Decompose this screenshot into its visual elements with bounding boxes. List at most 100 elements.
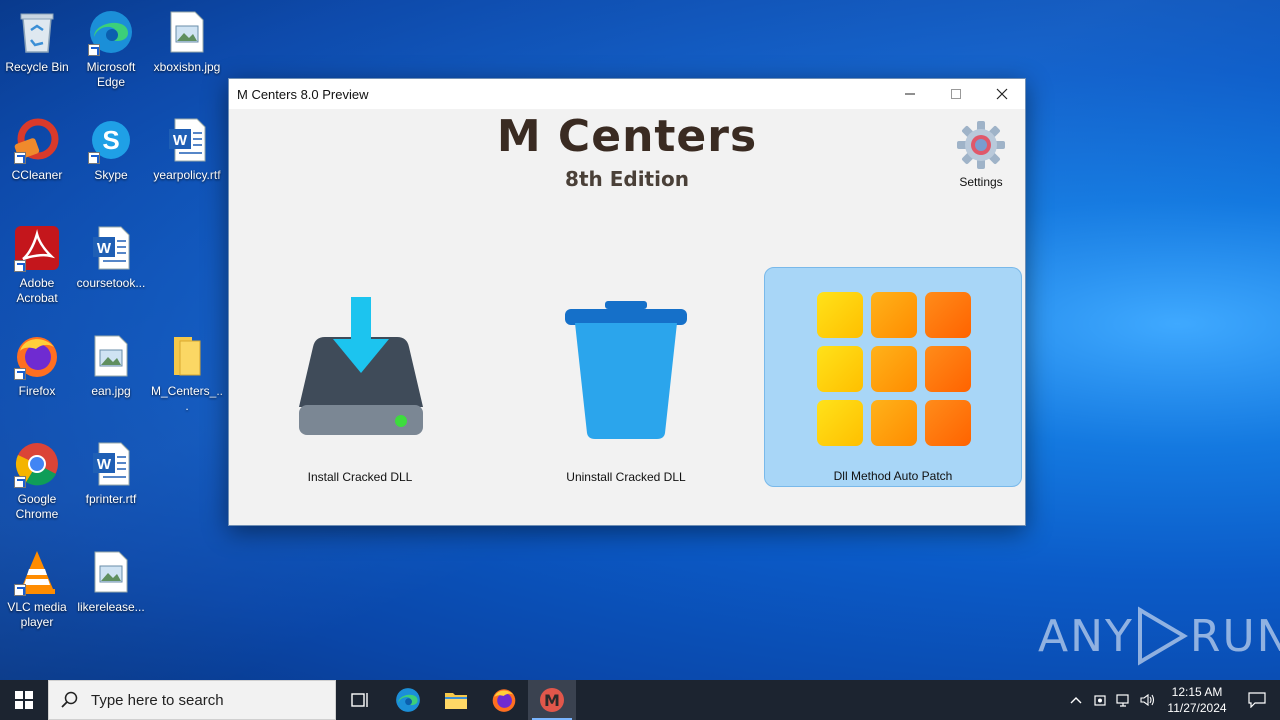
tile-label: Uninstall Cracked DLL bbox=[566, 470, 686, 484]
speaker-icon bbox=[1140, 693, 1155, 707]
svg-text:W: W bbox=[173, 132, 188, 149]
volume-button[interactable] bbox=[1136, 680, 1160, 720]
task-view-button[interactable] bbox=[336, 680, 384, 720]
desktop-icon-label: Google Chrome bbox=[15, 492, 59, 521]
desktop-icon-label: yearpolicy.rtf bbox=[153, 168, 221, 182]
minimize-button[interactable] bbox=[887, 79, 933, 109]
folder-icon bbox=[445, 693, 467, 709]
taskbar-search-box[interactable]: Type here to search bbox=[48, 680, 336, 720]
desktop-icon-label: M_Centers_... bbox=[150, 384, 224, 413]
anyrun-watermark: ANY RUN bbox=[1038, 606, 1280, 666]
desktop-icon-label: VLC media player bbox=[7, 600, 67, 629]
recycle-bin-icon bbox=[13, 8, 61, 56]
vlc-icon bbox=[13, 548, 61, 596]
taskbar-clock[interactable]: 12:15 AM 11/27/2024 bbox=[1160, 684, 1234, 716]
desktop-icon-m-centers-folder[interactable]: M_Centers_... bbox=[150, 332, 224, 414]
dll-method-auto-patch-tile[interactable]: Dll Method Auto Patch bbox=[764, 267, 1022, 487]
desktop-icon-likerelease[interactable]: likerelease... bbox=[74, 548, 148, 615]
adobe-acrobat-icon bbox=[13, 224, 61, 272]
desktop-icon-skype[interactable]: S Skype bbox=[74, 116, 148, 183]
settings-button[interactable]: Settings bbox=[951, 119, 1011, 189]
desktop-icon-ean[interactable]: ean.jpg bbox=[74, 332, 148, 399]
svg-text:W: W bbox=[97, 240, 112, 257]
download-drive-icon bbox=[299, 297, 423, 435]
svg-text:S: S bbox=[102, 125, 119, 155]
chevron-up-icon bbox=[1070, 697, 1082, 704]
folder-icon bbox=[163, 332, 211, 380]
network-icon bbox=[1116, 694, 1129, 707]
start-button[interactable] bbox=[0, 680, 48, 720]
desktop-icon-label: Microsoft Edge bbox=[86, 60, 136, 89]
firefox-icon bbox=[492, 689, 516, 712]
system-tray: 12:15 AM 11/27/2024 bbox=[1064, 680, 1280, 720]
install-cracked-dll-tile[interactable]: Install Cracked DLL bbox=[231, 267, 489, 487]
tile-label: Install Cracked DLL bbox=[307, 470, 413, 484]
taskbar-file-explorer[interactable] bbox=[432, 680, 480, 720]
desktop-icon-label: Adobe Acrobat bbox=[16, 276, 58, 305]
window-client-area: M Centers 8th Edition Settings Install C… bbox=[229, 109, 1025, 525]
settings-label: Settings bbox=[959, 175, 1003, 189]
close-button[interactable] bbox=[979, 79, 1025, 109]
task-view-icon bbox=[351, 693, 368, 707]
show-hidden-icons-button[interactable] bbox=[1064, 680, 1088, 720]
m-centers-window: M Centers 8.0 Preview M Centers 8th Edit… bbox=[228, 78, 1026, 526]
window-titlebar[interactable]: M Centers 8.0 Preview bbox=[229, 79, 1025, 109]
tray-app-icon bbox=[1094, 695, 1106, 706]
edge-icon bbox=[396, 688, 420, 712]
desktop-icon-xboxisbn[interactable]: xboxisbn.jpg bbox=[150, 8, 224, 75]
desktop-icon-firefox[interactable]: Firefox bbox=[0, 332, 74, 399]
m-centers-icon: M bbox=[540, 688, 564, 712]
image-file-icon bbox=[163, 8, 211, 56]
svg-text:W: W bbox=[97, 456, 112, 473]
taskbar-edge[interactable] bbox=[384, 680, 432, 720]
tray-app-button[interactable] bbox=[1088, 680, 1112, 720]
desktop-icon-microsoft-edge[interactable]: Microsoft Edge bbox=[74, 8, 148, 90]
word-document-icon: W bbox=[87, 224, 135, 272]
maximize-button[interactable] bbox=[933, 79, 979, 109]
desktop-icon-adobe-acrobat[interactable]: Adobe Acrobat bbox=[0, 224, 74, 306]
chrome-icon bbox=[13, 440, 61, 488]
desktop-icon-label: coursetook... bbox=[76, 276, 146, 290]
taskbar-firefox[interactable] bbox=[480, 680, 528, 720]
clock-date: 11/27/2024 bbox=[1167, 701, 1227, 715]
desktop-icon-vlc[interactable]: VLC media player bbox=[0, 548, 74, 630]
search-icon bbox=[61, 691, 78, 708]
svg-text:M: M bbox=[544, 691, 560, 710]
desktop-icon-label: Firefox bbox=[18, 384, 56, 398]
clock-time: 12:15 AM bbox=[1171, 685, 1223, 699]
desktop-icon-google-chrome[interactable]: Google Chrome bbox=[0, 440, 74, 522]
word-document-icon: W bbox=[163, 116, 211, 164]
desktop-icon-recycle-bin[interactable]: Recycle Bin bbox=[0, 8, 74, 75]
firefox-icon bbox=[13, 332, 61, 380]
app-brand-subtitle: 8th Edition bbox=[565, 167, 689, 191]
image-file-icon bbox=[87, 548, 135, 596]
desktop-icon-label: xboxisbn.jpg bbox=[153, 60, 221, 74]
close-icon bbox=[996, 88, 1008, 100]
app-grid-icon bbox=[817, 292, 971, 446]
notification-center-button[interactable] bbox=[1234, 680, 1280, 720]
skype-icon: S bbox=[87, 116, 135, 164]
desktop-icon-label: Recycle Bin bbox=[5, 60, 69, 74]
tile-label: Dll Method Auto Patch bbox=[833, 469, 953, 483]
desktop-icon-label: CCleaner bbox=[11, 168, 63, 182]
search-placeholder: Type here to search bbox=[91, 691, 224, 709]
windows-logo-icon bbox=[15, 691, 33, 709]
trash-bin-icon bbox=[565, 301, 687, 439]
app-brand-title: M Centers bbox=[496, 111, 758, 162]
ccleaner-icon bbox=[13, 116, 61, 164]
uninstall-cracked-dll-tile[interactable]: Uninstall Cracked DLL bbox=[497, 267, 755, 487]
minimize-icon bbox=[905, 93, 915, 95]
desktop-icon-coursetook[interactable]: W coursetook... bbox=[74, 224, 148, 291]
image-file-icon bbox=[87, 332, 135, 380]
watermark-text-left: ANY bbox=[1038, 610, 1134, 662]
network-button[interactable] bbox=[1112, 680, 1136, 720]
taskbar-m-centers[interactable]: M bbox=[528, 680, 576, 720]
gear-icon bbox=[957, 121, 1005, 169]
desktop-icon-ccleaner[interactable]: CCleaner bbox=[0, 116, 74, 183]
desktop-icon-fprinter[interactable]: W fprinter.rtf bbox=[74, 440, 148, 507]
desktop-icon-label: Skype bbox=[94, 168, 128, 182]
desktop-icon-yearpolicy[interactable]: W yearpolicy.rtf bbox=[150, 116, 224, 183]
edge-icon bbox=[87, 8, 135, 56]
desktop-icon-label: ean.jpg bbox=[91, 384, 131, 398]
play-triangle-icon bbox=[1137, 606, 1188, 666]
